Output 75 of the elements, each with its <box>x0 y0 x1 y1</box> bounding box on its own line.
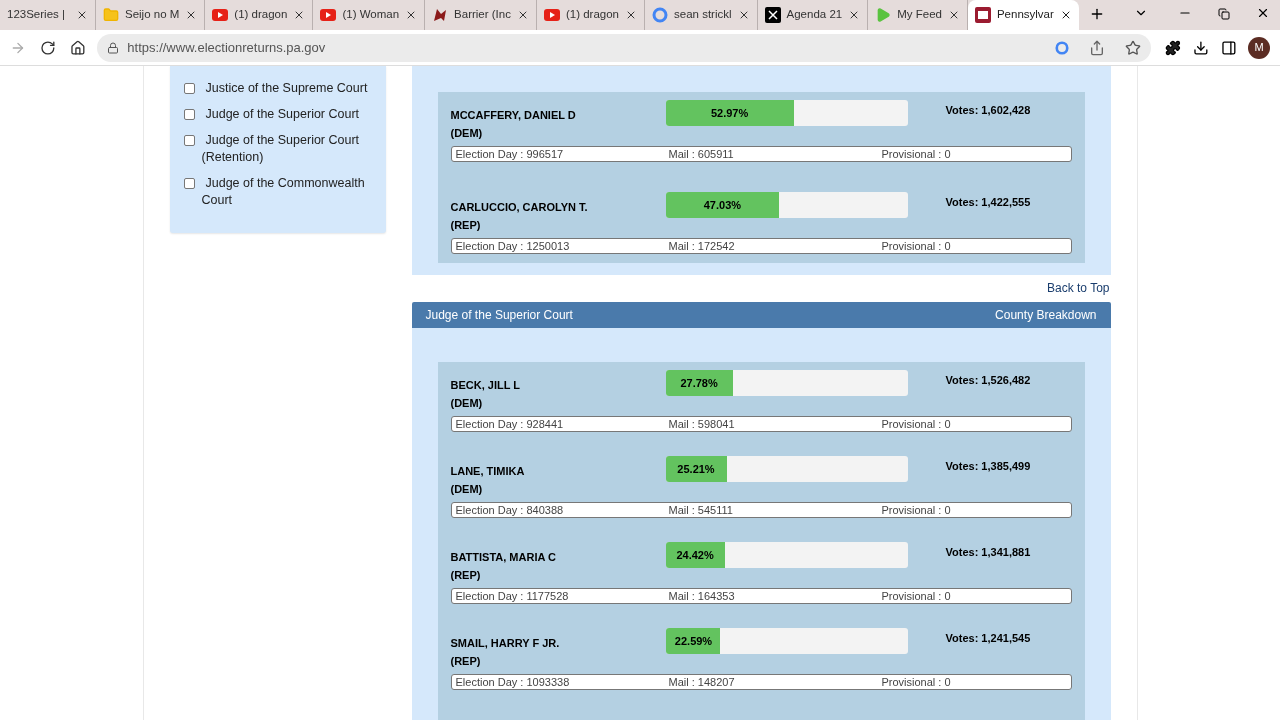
checkbox[interactable] <box>183 178 195 189</box>
votes-total: Votes: 1,341,881 <box>945 545 1031 560</box>
reload-icon[interactable] <box>39 39 56 56</box>
contest-option[interactable]: Judge of the Commonwealth Court <box>190 175 372 209</box>
provisional-count: Provisional : 0 <box>881 146 951 162</box>
browser-tab[interactable]: Pennsylvar <box>967 0 1079 30</box>
percent-label: 22.59% <box>673 633 714 649</box>
download-icon[interactable] <box>1192 39 1209 56</box>
provisional-count: Provisional : 0 <box>881 502 951 518</box>
mail-count: Mail : 598041 <box>668 416 736 432</box>
votes-total: Votes: 1,422,555 <box>945 195 1031 210</box>
votes-total: Votes: 1,385,499 <box>945 459 1031 474</box>
county-breakdown-link[interactable]: County Breakdown <box>995 305 1097 324</box>
votes-total: Votes: 1,602,428 <box>945 103 1031 118</box>
close-icon[interactable] <box>76 9 88 21</box>
provisional-count: Provisional : 0 <box>881 416 951 432</box>
contest-option[interactable]: Judge of the Superior Court (Retention) <box>190 132 372 166</box>
candidate-name: CARLUCCIO, CAROLYN T. <box>450 200 589 215</box>
lock-icon <box>107 41 120 54</box>
home-icon[interactable] <box>69 39 86 56</box>
party-label: (REP) <box>450 218 482 233</box>
election-day-count: Election Day : 996517 <box>455 146 565 162</box>
candidate-name: LANE, TIMIKA <box>450 464 526 479</box>
provisional-count: Provisional : 0 <box>881 238 951 254</box>
percent-label: 25.21% <box>676 461 716 477</box>
flag-icon <box>974 7 991 23</box>
share-icon[interactable] <box>1088 39 1105 56</box>
election-day-count: Election Day : 1177528 <box>455 588 570 604</box>
election-day-count: Election Day : 1093338 <box>455 674 571 690</box>
percent-label: 47.03% <box>702 197 743 213</box>
candidate-name: SMAIL, HARRY F JR. <box>450 636 561 651</box>
close-icon[interactable] <box>1256 6 1270 20</box>
restore-icon[interactable] <box>1218 8 1230 20</box>
candidate-name: BECK, JILL L <box>450 378 521 393</box>
back-to-top-link[interactable]: Back to Top <box>1047 279 1111 298</box>
mail-count: Mail : 545111 <box>668 502 734 518</box>
x-logo-icon <box>764 7 781 23</box>
mail-count: Mail : 164353 <box>668 588 736 604</box>
extensions-icon[interactable] <box>1164 39 1181 56</box>
party-label: (REP) <box>450 654 482 669</box>
mail-count: Mail : 172542 <box>668 238 736 254</box>
candidate-name: BATTISTA, MARIA C <box>450 550 557 565</box>
party-label: (REP) <box>450 568 482 583</box>
video-icon <box>212 9 229 21</box>
checkbox[interactable] <box>183 83 195 94</box>
percent-label: 52.97% <box>709 105 750 121</box>
candidate-name: MCCAFFERY, DANIEL D <box>450 108 577 123</box>
party-label: (DEM) <box>450 126 484 141</box>
mail-count: Mail : 148207 <box>668 674 736 690</box>
profile-avatar[interactable]: M <box>1248 36 1270 59</box>
election-day-count: Election Day : 1250013 <box>455 238 571 254</box>
folder-icon <box>103 7 119 23</box>
percent-label: 24.42% <box>675 547 715 563</box>
contest-option[interactable]: Justice of the Supreme Court <box>190 80 368 97</box>
mail-count: Mail : 605911 <box>668 146 735 162</box>
votes-total: Votes: 1,526,482 <box>945 373 1031 388</box>
percent-label: 27.78% <box>679 375 719 391</box>
bookmark-star-icon[interactable] <box>1124 39 1141 56</box>
close-icon[interactable] <box>625 9 637 21</box>
provisional-count: Provisional : 0 <box>881 674 951 690</box>
play-icon <box>875 7 892 23</box>
party-label: (DEM) <box>450 482 484 497</box>
video-icon <box>543 9 560 21</box>
video-icon <box>320 9 337 21</box>
election-day-count: Election Day : 840388 <box>455 502 565 518</box>
contest-option[interactable]: Judge of the Superior Court <box>190 106 360 123</box>
election-day-count: Election Day : 928441 <box>455 416 565 432</box>
section-title: Judge of the Superior Court <box>425 306 573 324</box>
provisional-count: Provisional : 0 <box>881 588 951 604</box>
address-bar[interactable]: https://www.electionreturns.pa.gov <box>97 33 1151 62</box>
party-label: (DEM) <box>450 396 484 411</box>
side-panel-icon[interactable] <box>1220 39 1237 56</box>
votes-total: Votes: 1,241,545 <box>945 631 1031 646</box>
checkbox[interactable] <box>183 109 195 120</box>
checkbox[interactable] <box>183 135 195 146</box>
